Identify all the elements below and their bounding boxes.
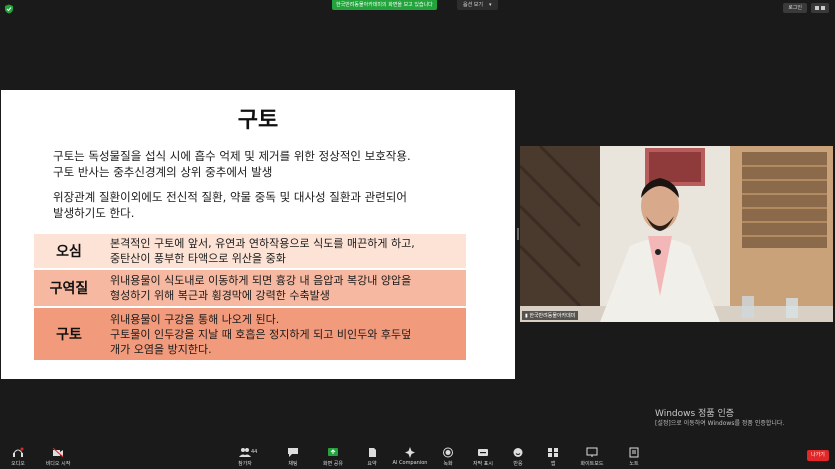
chat-bubble-icon (288, 448, 298, 457)
record-label: 녹화 (443, 461, 453, 467)
table-row: 오심 본격적인 구토에 앞서, 유연과 연하작용으로 식도를 매끈하게 하고, … (34, 234, 466, 268)
summary-button[interactable]: 요약 (352, 447, 392, 467)
captions-icon (478, 449, 488, 456)
video-camera-icon (52, 447, 64, 458)
sparkle-icon (405, 447, 415, 458)
captions-button[interactable]: 자막 표시 (463, 447, 503, 467)
chevron-down-icon: ▾ (489, 2, 492, 8)
summary-label: 요약 (367, 461, 377, 467)
video-frame-illustration (520, 146, 833, 322)
symptom-table: 오심 본격적인 구토에 앞서, 유연과 연하작용으로 식도를 매끈하게 하고, … (34, 234, 466, 360)
participants-label: 참가자 (238, 461, 252, 467)
participants-button[interactable]: 참가자 44 (225, 447, 265, 467)
paragraph-line: 위장관계 질환이외에도 전신적 질환, 약물 중독 및 대사성 질환과 관련되어 (53, 190, 407, 204)
description-line: 구토물이 인두강을 지날 때 호흡은 정지하게 되고 비인두와 후두덮 (110, 327, 412, 341)
shared-slide: 구토 구토는 독성물질을 섭식 시에 흡수 억제 및 제거를 위한 정상적인 보… (1, 90, 515, 379)
meeting-toolbar: 오디오 비디오 시작 참가자 44 채팅 화면 공유 요약 AI Compani… (0, 444, 835, 469)
record-button[interactable]: 녹화 (428, 447, 468, 467)
description-line: 위내용물이 식도내로 이동하게 되면 흉강 내 음압과 복강내 양압을 (110, 274, 412, 287)
table-row: 구역질 위내용물이 식도내로 이동하게 되면 흉강 내 음압과 복강내 양압을 … (34, 270, 466, 306)
participants-count: 44 (251, 449, 258, 455)
row-description: 위내용물이 식도내로 이동하게 되면 흉강 내 음압과 복강내 양압을 형성하기… (104, 271, 466, 305)
captions-label: 자막 표시 (473, 461, 493, 467)
participant-video[interactable]: ▮ 한국반려동물아카데미 (520, 146, 833, 322)
chat-button[interactable]: 채팅 (273, 447, 313, 467)
slide-paragraph-1: 구토는 독성물질을 섭식 시에 흡수 억제 및 제거를 위한 정상적인 보호작용… (53, 148, 473, 180)
audio-label: 오디오 (11, 461, 25, 467)
row-term: 구역질 (49, 281, 89, 297)
notes-label: 노트 (629, 461, 639, 467)
description-line: 형성하기 위해 복근과 횡경막에 강력한 수축발생 (110, 289, 330, 302)
start-video-label: 비디오 시작 (45, 461, 71, 467)
reactions-label: 반응 (513, 461, 523, 467)
row-description: 위내용물이 구강을 통해 나오게 된다. 구토물이 인두강을 지날 때 호흡은 … (104, 310, 466, 359)
windows-activation-subtitle: [설정]으로 이동하여 Windows를 정품 인증합니다. (655, 420, 785, 427)
description-line: 본격적인 구토에 앞서, 유연과 연하작용으로 식도를 매끈하게 하고, (110, 237, 415, 250)
gallery-view-button[interactable] (811, 3, 829, 13)
paragraph-line: 발생하기도 한다. (53, 206, 135, 220)
description-line: 중탄산이 풍부한 타액으로 위산을 중화 (110, 252, 286, 265)
share-screen-label: 화면 공유 (323, 461, 343, 467)
chat-label: 채팅 (288, 461, 298, 467)
participant-name-label: ▮ 한국반려동물아카데미 (522, 311, 579, 320)
slide-paragraph-2: 위장관계 질환이외에도 전신적 질환, 약물 중독 및 대사성 질환과 관련되어… (53, 189, 473, 221)
split-view-resize-handle[interactable] (517, 228, 519, 240)
row-term: 오심 (56, 244, 82, 260)
whiteboard-icon (586, 447, 598, 457)
smiley-icon (513, 448, 523, 457)
description-line: 위내용물이 구강을 통해 나오게 된다. (110, 312, 280, 326)
notes-button[interactable]: 노트 (614, 447, 654, 467)
paragraph-line: 구토는 독성물질을 섭식 시에 흡수 억제 및 제거를 위한 정상적인 보호작용… (53, 149, 411, 163)
audio-button[interactable]: 오디오 (0, 447, 38, 467)
participant-name: 한국반려동물아카데미 (529, 313, 576, 319)
start-video-button[interactable]: 비디오 시작 (38, 447, 78, 467)
paragraph-line: 구토 반사는 중추신경계의 상위 중추에서 발생 (53, 165, 273, 179)
row-description: 본격적인 구토에 앞서, 유연과 연하작용으로 식도를 매끈하게 하고, 중탄산… (104, 234, 466, 268)
notes-icon (629, 447, 639, 458)
share-screen-button[interactable]: 화면 공유 (313, 447, 353, 467)
security-shield-icon[interactable] (4, 4, 14, 14)
record-icon (443, 447, 453, 458)
reactions-button[interactable]: 반응 (498, 447, 538, 467)
people-icon (239, 448, 251, 457)
ai-companion-button[interactable]: AI Companion (390, 447, 430, 466)
screen-share-banner: 한국반려동물아카데미의 화면을 보고 있습니다 (332, 0, 437, 10)
table-row: 구토 위내용물이 구강을 통해 나오게 된다. 구토물이 인두강을 지날 때 호… (34, 308, 466, 360)
signal-icon: ▮ (525, 313, 528, 319)
apps-label: 앱 (550, 461, 556, 467)
whiteboard-label: 화이트보드 (580, 461, 604, 467)
view-options-label: 옵션 보기 (463, 2, 483, 8)
description-line: 개가 오염을 방지한다. (110, 342, 212, 356)
slide-title: 구토 (237, 108, 279, 133)
headphones-icon (13, 447, 24, 457)
ai-companion-label: AI Companion (392, 460, 428, 466)
row-term: 구토 (56, 327, 82, 343)
leave-button[interactable]: 나가기 (807, 450, 829, 461)
apps-button[interactable]: 앱 (533, 447, 573, 467)
login-button[interactable]: 로그인 (783, 3, 807, 13)
whiteboard-button[interactable]: 화이트보드 (572, 447, 612, 467)
share-screen-icon (328, 448, 338, 456)
view-options-button[interactable]: 옵션 보기 ▾ (457, 0, 498, 10)
document-icon (369, 448, 376, 457)
apps-icon (548, 448, 558, 457)
